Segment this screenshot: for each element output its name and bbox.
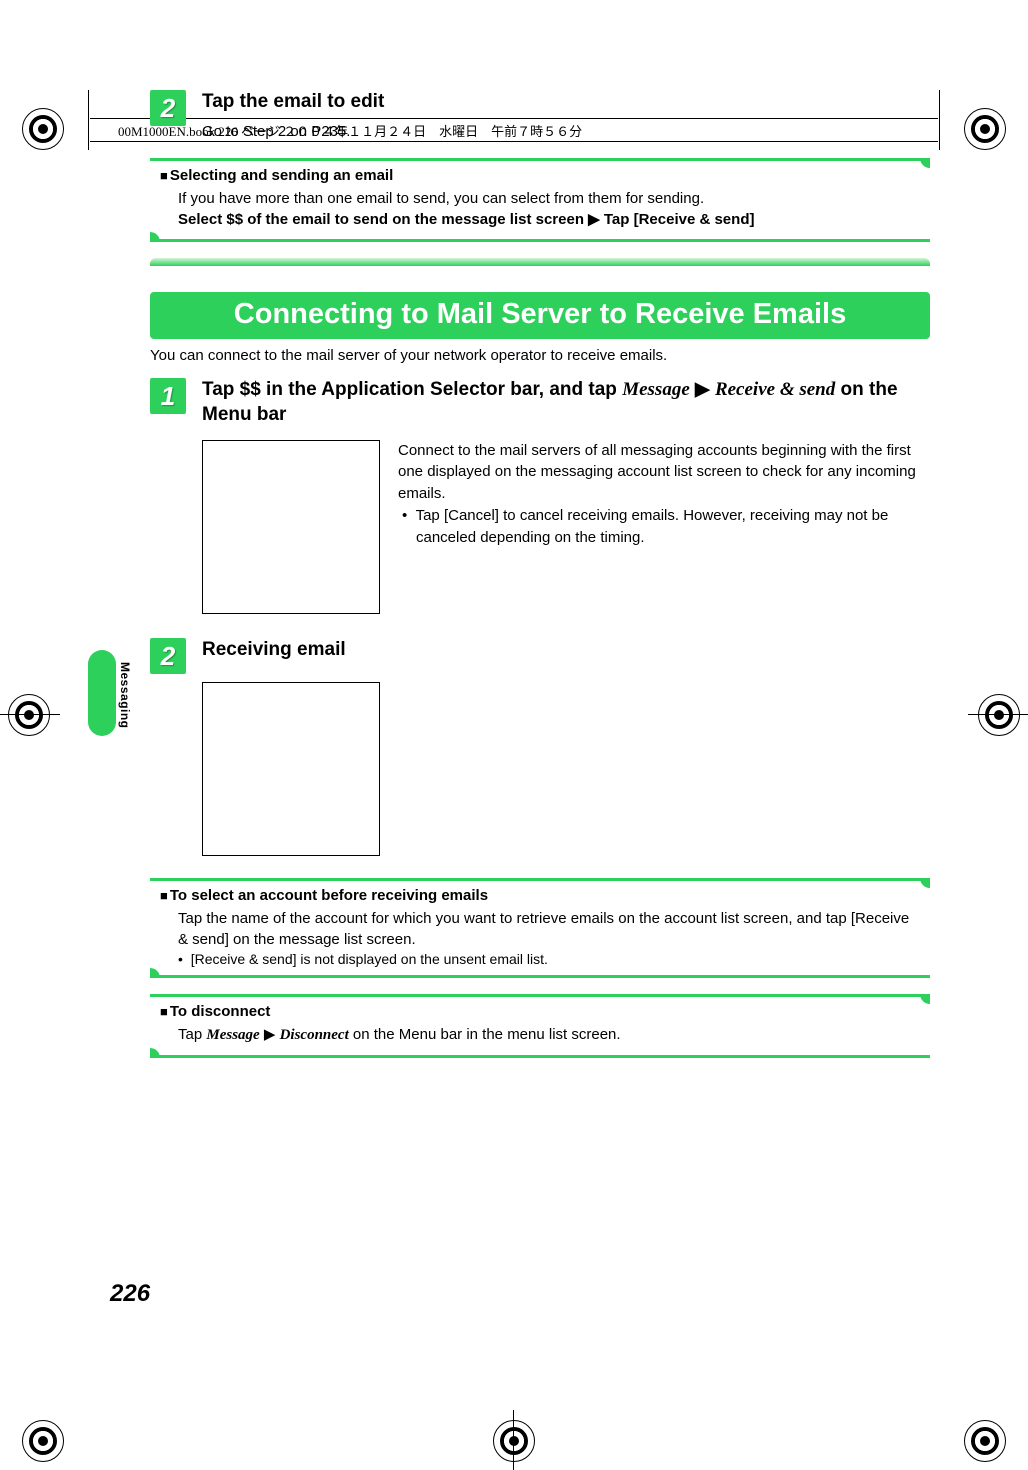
crop-line — [0, 714, 60, 715]
step-title-prefix: Tap $$ in the Application Selector bar, … — [202, 379, 622, 400]
crop-line — [513, 1410, 514, 1470]
note-bullet: • [Receive & send] is not displayed on t… — [178, 951, 920, 967]
note-bold-line: Select $$ of the email to send on the me… — [178, 209, 920, 231]
note-selecting-sending: ■Selecting and sending an email If you h… — [150, 158, 930, 243]
step-title: Tap the email to edit — [202, 90, 930, 115]
menu-ref: Receive & send — [715, 379, 835, 400]
crop-mark-tr — [964, 108, 1006, 150]
crop-mark-left — [8, 694, 50, 736]
step-number: 2 — [150, 638, 186, 674]
page-content: 2 Tap the email to edit Go to Step 2 on … — [150, 90, 930, 1058]
step-number: 1 — [150, 378, 186, 414]
arrow-icon: ▶ — [588, 209, 600, 231]
note-body: Tap the name of the account for which yo… — [178, 908, 920, 952]
section-banner: Connecting to Mail Server to Receive Ema… — [150, 292, 930, 339]
screenshot-placeholder — [202, 682, 380, 856]
screenshot-placeholder — [202, 440, 380, 614]
note-body: Tap Message ▶ Disconnect on the Menu bar… — [178, 1024, 920, 1047]
note-bold-prefix: Select $$ of the email to send on the me… — [178, 211, 588, 228]
crop-mark-bl — [22, 1420, 64, 1462]
step-title: Tap $$ in the Application Selector bar, … — [202, 378, 930, 427]
side-tab — [88, 650, 116, 736]
step-number: 2 — [150, 90, 186, 126]
note-body: If you have more than one email to send,… — [178, 188, 920, 210]
info-paragraph: Connect to the mail servers of all messa… — [398, 440, 930, 505]
step-2-receiving: 2 Receiving email — [150, 638, 930, 674]
intro-text: You can connect to the mail server of yo… — [150, 347, 930, 364]
crop-mark-tl — [22, 108, 64, 150]
crop-mark-right — [978, 694, 1020, 736]
note-title-text: Selecting and sending an email — [170, 167, 393, 184]
side-tab-label: Messaging — [118, 662, 132, 729]
step-text: Go to Step 2 on P235. — [202, 121, 930, 142]
step-2-edit: 2 Tap the email to edit Go to Step 2 on … — [150, 90, 930, 142]
note-title-text: To select an account before receiving em… — [170, 887, 488, 904]
arrow-icon: ▶ — [264, 1026, 276, 1043]
note-title: ■To disconnect — [160, 1003, 920, 1020]
crop-mark-bottom-center — [493, 1420, 535, 1462]
crop-line — [968, 714, 1028, 715]
crop-mark-br — [964, 1420, 1006, 1462]
note-title: ■To select an account before receiving e… — [160, 887, 920, 904]
banner-accent — [150, 258, 930, 266]
page-number: 226 — [110, 1280, 150, 1308]
menu-ref: Message — [206, 1027, 259, 1043]
crop-line — [939, 90, 940, 150]
info-bullet: • Tap [Cancel] to cancel receiving email… — [398, 505, 930, 549]
crop-line — [88, 90, 89, 150]
note-bold-suffix: Tap [Receive & send] — [600, 211, 755, 228]
note-title: ■Selecting and sending an email — [160, 167, 920, 184]
step-info: Connect to the mail servers of all messa… — [398, 440, 930, 614]
note-disconnect: ■To disconnect Tap Message ▶ Disconnect … — [150, 994, 930, 1058]
menu-ref: Disconnect — [280, 1027, 349, 1043]
step-title: Receiving email — [202, 638, 930, 663]
step-1: 1 Tap $$ in the Application Selector bar… — [150, 378, 930, 613]
note-select-account: ■To select an account before receiving e… — [150, 878, 930, 979]
note-title-text: To disconnect — [170, 1003, 271, 1020]
arrow-icon: ▶ — [695, 379, 710, 400]
menu-ref: Message — [622, 379, 690, 400]
